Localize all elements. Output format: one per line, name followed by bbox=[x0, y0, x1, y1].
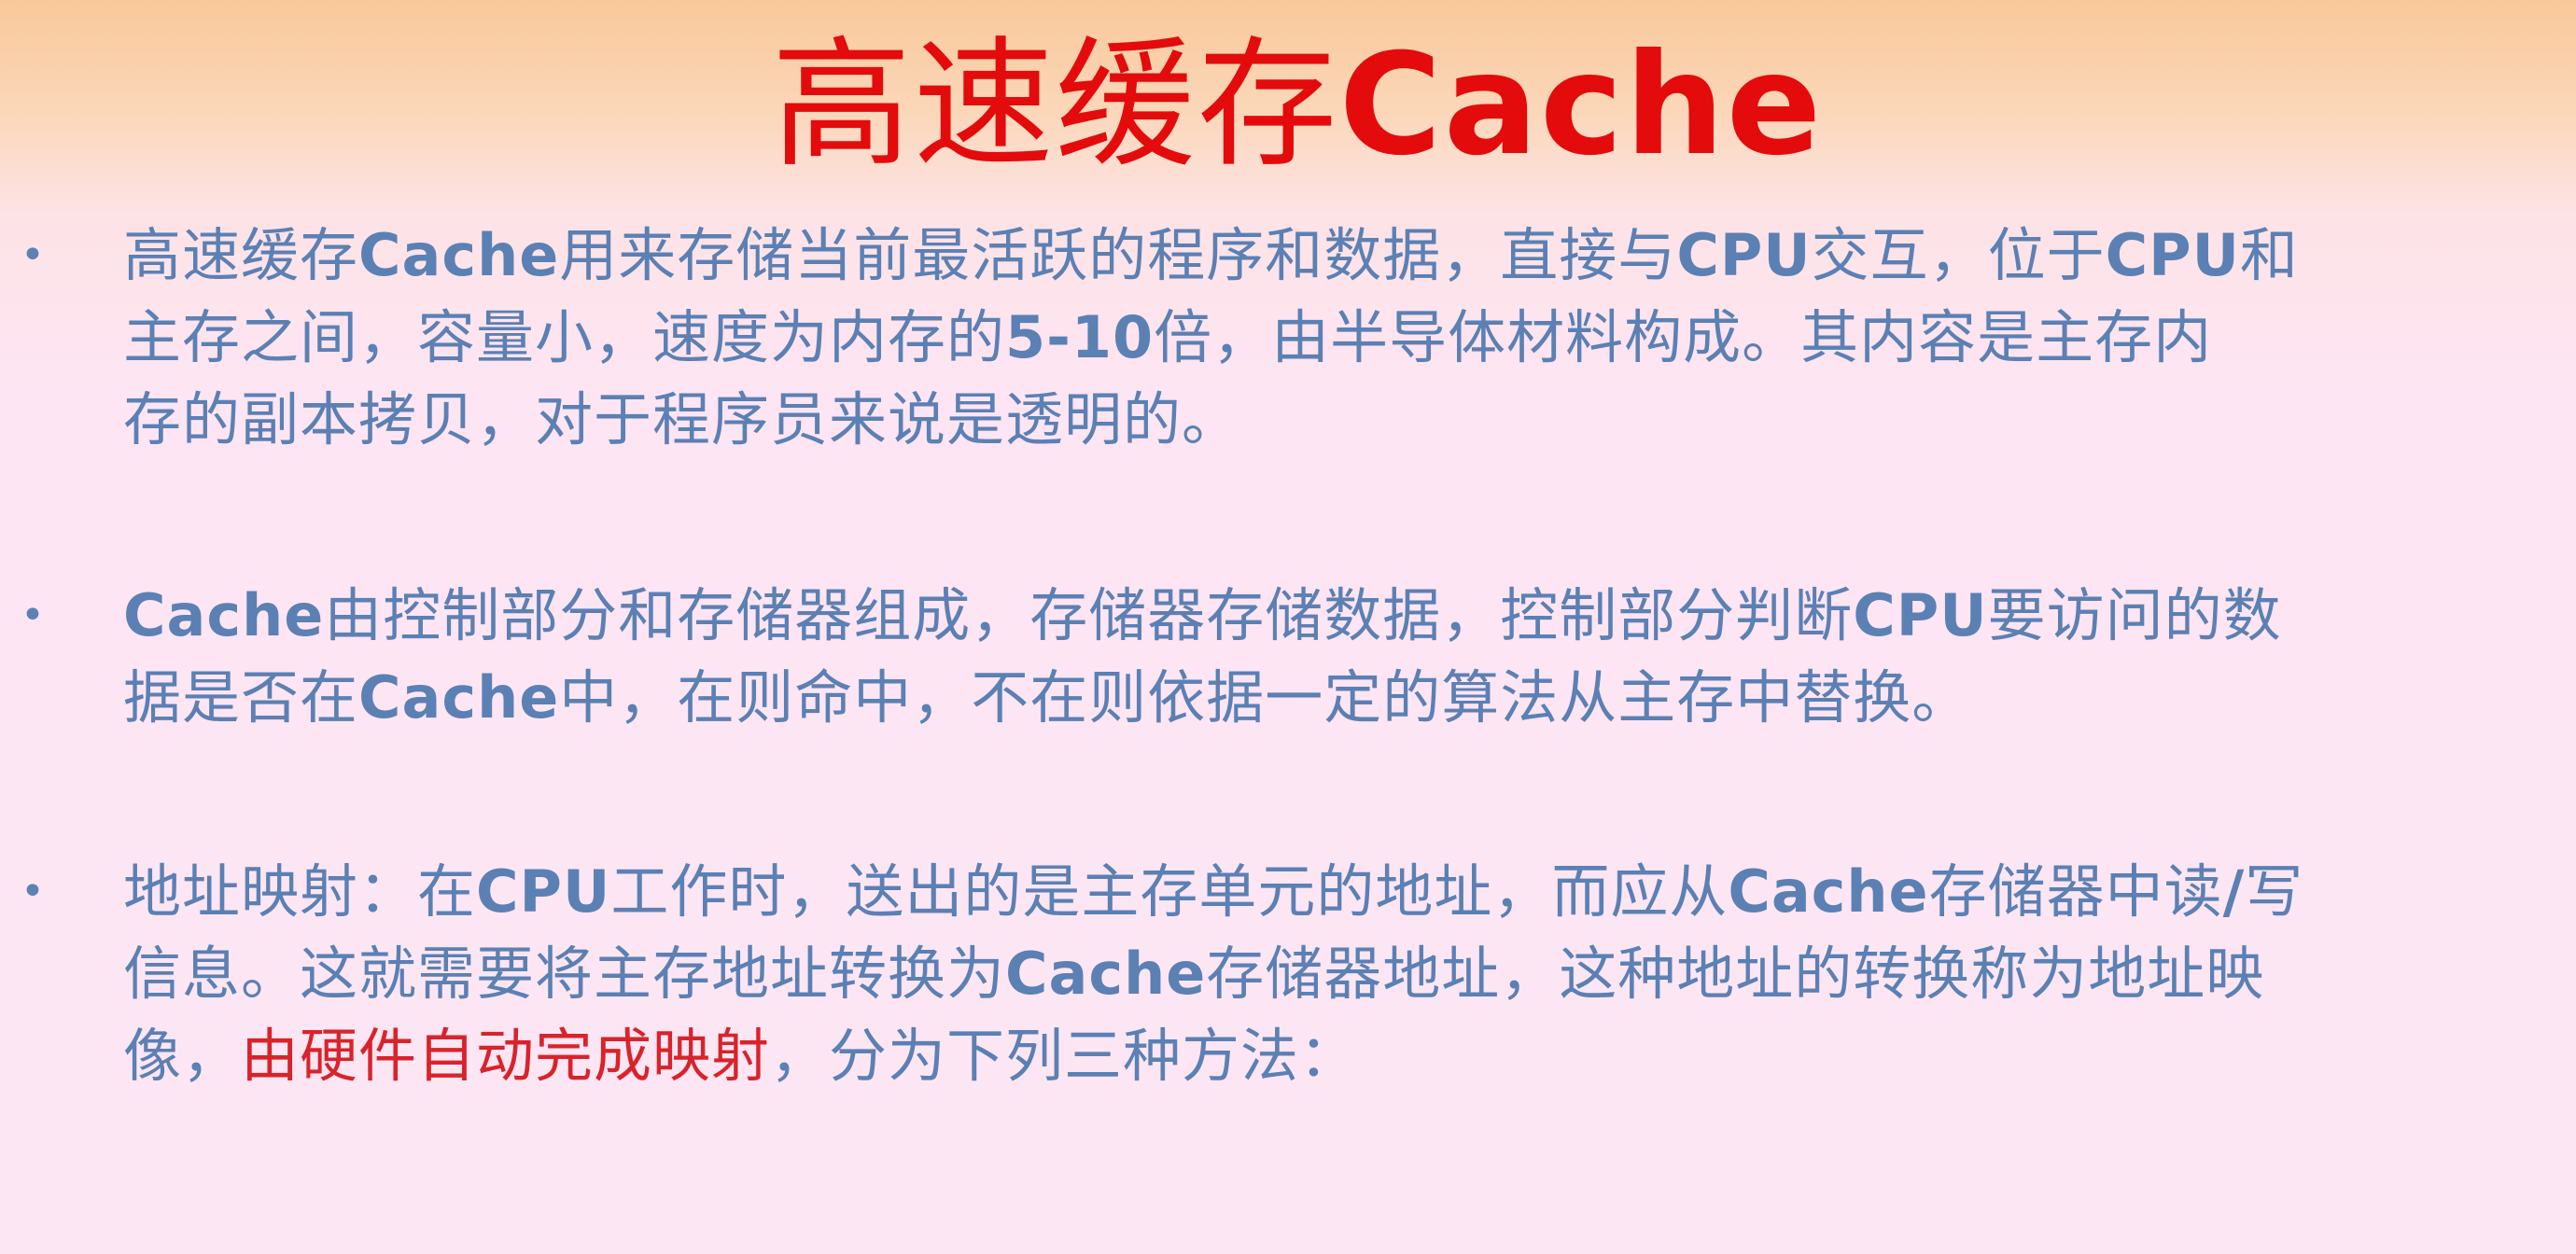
bullet-line-prefix: 像， bbox=[123, 1022, 242, 1090]
bullet-line-suffix: ，分为下列三种方法： bbox=[770, 1022, 1359, 1090]
bullet-line: Cache由控制部分和存储器组成，存储器存储数据，控制部分判断CPU要访问的数 bbox=[123, 581, 2282, 649]
bullet-line: 主存之间，容量小，速度为内存的5-10倍，由半导体材料构成。其内容是主存内 bbox=[123, 303, 2213, 371]
bullet-text: 地址映射：在CPU工作时，送出的是主存单元的地址，而应从Cache存储器中读/写… bbox=[123, 851, 2513, 1097]
bullet-line: 存的副本拷贝，对于程序员来说是透明的。 bbox=[123, 385, 1241, 453]
bullet-text: 高速缓存Cache用来存储当前最活跃的程序和数据，直接与CPU交互，位于CPU和… bbox=[123, 215, 2513, 461]
bullet-marker: • bbox=[21, 592, 45, 639]
bullet-line: 据是否在Cache中，在则命中，不在则依据一定的算法从主存中替换。 bbox=[123, 663, 1971, 732]
bullet-line: 信息。这就需要将主存地址转换为Cache存储器地址，这种地址的转换称为地址映 bbox=[123, 940, 2265, 1008]
slide-title: 高速缓存Cache bbox=[0, 17, 2576, 194]
highlighted-phrase: 由硬件自动完成映射 bbox=[241, 1022, 771, 1090]
slide-title-latin: Cache bbox=[1338, 24, 1824, 187]
slide-title-chinese: 高速缓存 bbox=[771, 24, 1339, 187]
bullet-line: 地址映射：在CPU工作时，送出的是主存单元的地址，而应从Cache存储器中读/写 bbox=[123, 857, 2304, 926]
bullet-line: 高速缓存Cache用来存储当前最活跃的程序和数据，直接与CPU交互，位于CPU和 bbox=[123, 221, 2299, 289]
bullet-marker: • bbox=[21, 231, 45, 279]
bullet-text: Cache由控制部分和存储器组成，存储器存储数据，控制部分判断CPU要访问的数 … bbox=[123, 575, 2513, 739]
slide: 高速缓存Cache • 高速缓存Cache用来存储当前最活跃的程序和数据，直接与… bbox=[0, 0, 2576, 1254]
bullet-line-mixed: 像，由硬件自动完成映射，分为下列三种方法： bbox=[123, 1015, 2513, 1097]
bullet-marker: • bbox=[21, 868, 45, 915]
